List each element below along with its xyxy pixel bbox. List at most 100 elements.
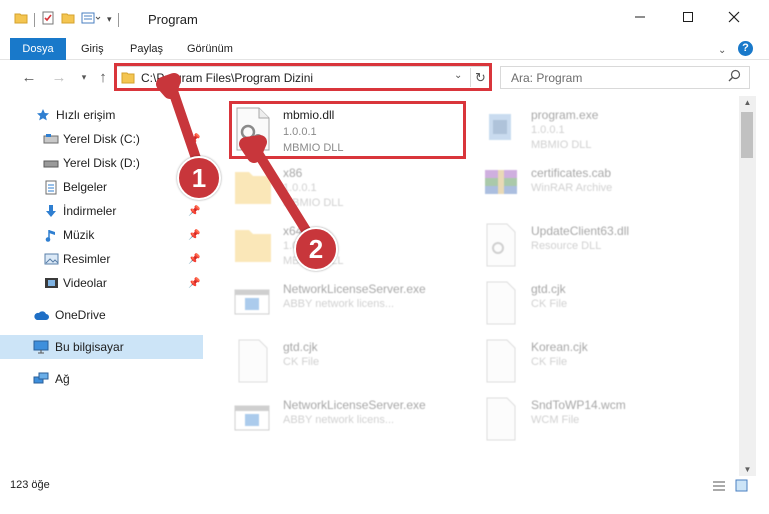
window-title: Program bbox=[148, 12, 198, 27]
expand-ribbon-button[interactable]: ⌄ bbox=[718, 40, 726, 62]
file-description: MBMIO DLL bbox=[531, 139, 592, 151]
chevron-down-icon: ▾ bbox=[81, 71, 87, 82]
sidebar-item-local-disk-c[interactable]: Yerel Disk (C:) 📌 bbox=[0, 127, 203, 151]
file-name: Korean.cjk bbox=[531, 340, 588, 354]
file-description: MBMIO DLL bbox=[283, 197, 344, 209]
sidebar-item-local-disk-d[interactable]: Yerel Disk (D:) bbox=[0, 151, 203, 175]
folder-item-x86[interactable]: x86 1.0.0.1 MBMIO DLL bbox=[233, 164, 473, 222]
scroll-up-icon[interactable]: ▲ bbox=[739, 98, 756, 107]
file-name: gtd.cjk bbox=[283, 340, 318, 354]
title-bar: ▾ Program bbox=[0, 0, 769, 38]
sidebar-item-documents[interactable]: Belgeler bbox=[0, 175, 203, 199]
computer-icon bbox=[33, 339, 49, 355]
folder-icon[interactable] bbox=[14, 11, 28, 28]
drive-icon bbox=[43, 155, 59, 171]
folder-icon bbox=[233, 222, 277, 270]
archive-file-icon bbox=[481, 164, 525, 212]
minimize-icon bbox=[634, 10, 646, 28]
large-icons-view-icon[interactable] bbox=[735, 479, 748, 495]
arrow-left-icon: ← bbox=[21, 68, 37, 86]
file-name: SndToWP14.wcm bbox=[531, 398, 626, 412]
tab-gorunum[interactable]: Görünüm bbox=[187, 38, 233, 60]
file-item-updateclient63-dll[interactable]: UpdateClient63.dll Resource DLL bbox=[481, 222, 721, 280]
file-item-networklicenseserver-exe[interactable]: NetworkLicenseServer.exe ABBY network li… bbox=[233, 280, 473, 338]
help-button[interactable]: ? bbox=[738, 41, 753, 56]
sidebar-item-videos[interactable]: Videolar 📌 bbox=[0, 271, 203, 295]
file-name: certificates.cab bbox=[531, 166, 612, 180]
close-icon bbox=[728, 10, 740, 28]
step-badge-2: 2 bbox=[294, 227, 338, 271]
document-file-icon bbox=[481, 280, 525, 328]
file-item-program-exe[interactable]: program.exe 1.0.0.1 MBMIO DLL bbox=[481, 106, 721, 164]
arrow-up-icon: ↑ bbox=[99, 68, 107, 86]
sidebar-item-onedrive[interactable]: OneDrive bbox=[0, 303, 203, 327]
details-view-icon[interactable] bbox=[712, 480, 726, 495]
chevron-down-icon[interactable]: ▾ bbox=[107, 14, 112, 25]
properties-icon[interactable] bbox=[41, 11, 55, 28]
sidebar-item-label: Ağ bbox=[55, 372, 70, 386]
sidebar-item-music[interactable]: Müzik 📌 bbox=[0, 223, 203, 247]
sidebar-item-label: Bu bilgisayar bbox=[55, 340, 124, 354]
file-item-certificates-cab[interactable]: certificates.cab WinRAR Archive bbox=[481, 164, 721, 222]
sidebar-item-this-pc[interactable]: Bu bilgisayar bbox=[0, 335, 203, 359]
file-item-korean-cjk[interactable]: Korean.cjk CK File bbox=[481, 338, 721, 396]
videos-icon bbox=[43, 275, 59, 291]
sidebar-item-network[interactable]: Ağ bbox=[0, 367, 203, 391]
minimize-button[interactable] bbox=[626, 8, 654, 30]
folder-item-x64[interactable]: x64 1.0.0.1 MBMIO DLL bbox=[233, 222, 473, 280]
download-icon bbox=[43, 203, 59, 219]
file-name: gtd.cjk bbox=[531, 282, 566, 296]
tab-giris[interactable]: Giriş bbox=[81, 38, 104, 60]
file-item-networklicenseserver-exe[interactable]: NetworkLicenseServer.exe ABBY network li… bbox=[233, 396, 473, 454]
scrollbar-thumb[interactable] bbox=[741, 112, 753, 158]
music-icon bbox=[43, 227, 59, 243]
sidebar-item-label: Müzik bbox=[63, 228, 95, 242]
vertical-scrollbar[interactable]: ▲ ▼ bbox=[739, 96, 756, 476]
pin-icon: 📌 bbox=[188, 277, 201, 289]
file-item-gtd-cjk[interactable]: gtd.cjk CK File bbox=[233, 338, 473, 396]
toolbar-separator bbox=[34, 12, 35, 27]
file-item-gtd-cjk[interactable]: gtd.cjk CK File bbox=[481, 280, 721, 338]
file-type: WCM File bbox=[531, 414, 580, 426]
file-version: 1.0.0.1 bbox=[531, 124, 565, 136]
exe-window-icon bbox=[233, 396, 277, 444]
close-button[interactable] bbox=[720, 8, 748, 30]
new-folder-icon[interactable] bbox=[61, 11, 75, 28]
folder-icon bbox=[233, 164, 277, 212]
search-icon bbox=[728, 69, 741, 85]
cloud-icon bbox=[33, 307, 49, 323]
up-button[interactable]: ↑ bbox=[94, 68, 112, 86]
sidebar-item-quick-access[interactable]: Hızlı erişim bbox=[0, 103, 203, 127]
document-file-icon bbox=[481, 396, 525, 444]
recent-locations-button[interactable]: ▾ bbox=[75, 68, 93, 86]
file-type: CK File bbox=[283, 356, 320, 368]
status-bar: 123 öğe bbox=[0, 476, 769, 498]
dll-file-icon bbox=[481, 222, 525, 270]
star-icon bbox=[35, 107, 51, 123]
scroll-down-icon[interactable]: ▼ bbox=[739, 465, 756, 474]
network-icon bbox=[33, 371, 49, 387]
back-button[interactable]: ← bbox=[20, 68, 38, 86]
maximize-button[interactable] bbox=[674, 8, 702, 30]
view-options-icon[interactable] bbox=[81, 11, 101, 28]
document-file-icon bbox=[233, 338, 277, 386]
sidebar-item-label: Belgeler bbox=[63, 180, 108, 194]
file-name: x86 bbox=[283, 166, 303, 180]
help-icon: ? bbox=[742, 42, 749, 54]
navigation-pane: Hızlı erişim Yerel Disk (C:) 📌 Yerel Dis… bbox=[0, 96, 203, 476]
documents-icon bbox=[43, 179, 59, 195]
sidebar-item-label: Yerel Disk (D:) bbox=[63, 156, 140, 170]
file-item-sndtowp14-wcm[interactable]: SndToWP14.wcm WCM File bbox=[481, 396, 721, 454]
sidebar-item-pictures[interactable]: Resimler 📌 bbox=[0, 247, 203, 271]
drive-icon bbox=[43, 131, 59, 147]
tab-paylas[interactable]: Paylaş bbox=[130, 38, 163, 60]
item-count: 123 öğe bbox=[10, 479, 50, 491]
forward-button[interactable]: → bbox=[50, 68, 68, 86]
search-box[interactable]: Ara: Program bbox=[500, 66, 750, 89]
sidebar-item-downloads[interactable]: İndirmeler 📌 bbox=[0, 199, 203, 223]
pin-icon: 📌 bbox=[188, 133, 201, 145]
search-input[interactable]: Ara: Program bbox=[511, 71, 582, 85]
tab-dosya[interactable]: Dosya bbox=[10, 38, 66, 60]
file-name: program.exe bbox=[531, 108, 599, 122]
sidebar-item-label: Yerel Disk (C:) bbox=[63, 132, 140, 146]
